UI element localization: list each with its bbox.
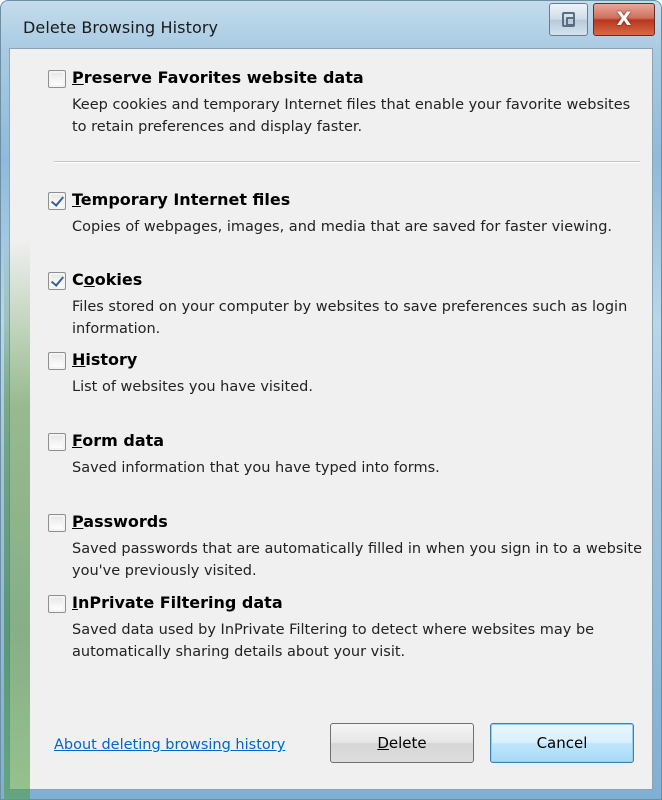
dialog-window: Delete Browsing History X Preserve Favor… xyxy=(0,0,662,800)
help-icon xyxy=(562,12,575,27)
cookies-checkbox[interactable] xyxy=(48,272,66,290)
cancel-button[interactable]: Cancel xyxy=(490,723,634,763)
dialog-content: Preserve Favorites website data Keep coo… xyxy=(9,48,653,790)
passwords-checkbox[interactable] xyxy=(48,514,66,532)
form-data-checkbox[interactable] xyxy=(48,433,66,451)
delete-button[interactable]: Delete xyxy=(330,723,474,763)
temporary-internet-files-label[interactable]: Temporary Internet files xyxy=(72,190,290,209)
history-description: List of websites you have visited. xyxy=(72,379,313,395)
passwords-label[interactable]: Passwords xyxy=(72,512,168,531)
cookies-description: Files stored on your computer by website… xyxy=(72,299,628,337)
close-button[interactable]: X xyxy=(593,3,655,36)
preserve-favorites-label[interactable]: Preserve Favorites website data xyxy=(72,68,364,87)
passwords-description: Saved passwords that are automatically f… xyxy=(72,541,643,579)
temporary-internet-files-description: Copies of webpages, images, and media th… xyxy=(72,219,613,235)
form-data-description: Saved information that you have typed in… xyxy=(72,460,440,476)
temporary-internet-files-checkbox[interactable] xyxy=(48,192,66,210)
delete-button-hotkey: D xyxy=(377,734,389,752)
history-label[interactable]: History xyxy=(72,350,137,369)
window-title: Delete Browsing History xyxy=(23,18,219,37)
inprivate-filtering-data-description: Saved data used by InPrivate Filtering t… xyxy=(72,622,595,660)
about-deleting-history-link[interactable]: About deleting browsing history xyxy=(54,737,285,753)
inprivate-filtering-data-label[interactable]: InPrivate Filtering data xyxy=(72,593,283,612)
cookies-label[interactable]: Cookies xyxy=(72,270,142,289)
cancel-button-label: Cancel xyxy=(536,734,588,752)
form-data-label[interactable]: Form data xyxy=(72,431,164,450)
close-icon: X xyxy=(616,8,632,30)
preserve-favorites-checkbox[interactable] xyxy=(48,70,66,88)
preserve-favorites-description: Keep cookies and temporary Internet file… xyxy=(72,97,631,135)
inprivate-filtering-data-checkbox[interactable] xyxy=(48,595,66,613)
help-button[interactable] xyxy=(549,3,588,36)
history-checkbox[interactable] xyxy=(48,352,66,370)
separator xyxy=(54,161,640,163)
delete-button-label: elete xyxy=(388,734,427,752)
title-bar[interactable]: Delete Browsing History X xyxy=(1,1,661,47)
